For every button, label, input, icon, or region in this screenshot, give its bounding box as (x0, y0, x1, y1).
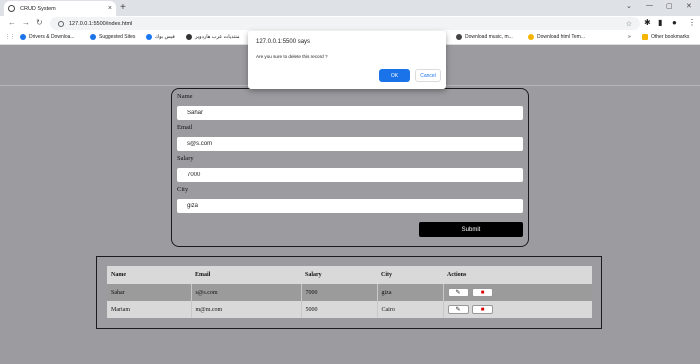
back-icon[interactable]: ← (8, 18, 16, 27)
edit-button[interactable]: ✎ (447, 288, 469, 297)
bookmark-suggested-sites[interactable]: Suggested Sites (90, 34, 135, 40)
dialog-origin: 127.0.0.1:5500 says (256, 39, 311, 45)
browser-toolbar: ← → ↻ 127.0.0.1:5500/index.html ☆ ✱ ▮ ● … (0, 16, 700, 31)
bookmark-star-icon[interactable]: ☆ (626, 20, 632, 28)
facebook-icon (146, 34, 152, 40)
bookmark-favicon (528, 34, 534, 40)
minimize-icon[interactable]: — (646, 2, 653, 9)
column-header-email: Email (191, 266, 301, 284)
table-row: Sahar s@s.com 7000 giza ✎ ■ (107, 284, 592, 301)
folder-icon (642, 34, 648, 40)
edit-icon: ✎ (455, 307, 461, 313)
name-label: Name (177, 93, 193, 100)
column-header-city: City (377, 266, 443, 284)
tab-strip: CRUD System × + ⌄ — ▢ ✕ (0, 0, 700, 16)
cell-email: s@s.com (190, 284, 301, 301)
page-content: Name Email Salary City Submit Name Email… (0, 45, 700, 364)
site-info-icon[interactable] (58, 20, 64, 27)
edit-button[interactable]: ✎ (447, 305, 469, 314)
city-label: City (177, 186, 189, 193)
reload-icon[interactable]: ↻ (36, 18, 43, 27)
bookmark-download-music[interactable]: Download music, m... (456, 34, 513, 40)
table-row: Mariam m@m.com 5000 Cairo ✎ ■ (107, 301, 592, 318)
dialog-message: Are you sure to delete this record ? (256, 54, 328, 59)
delete-button[interactable]: ■ (472, 288, 493, 297)
name-input[interactable] (177, 106, 523, 120)
url-text: 127.0.0.1:5500/index.html (69, 20, 133, 27)
chevron-down-icon[interactable]: ⌄ (626, 2, 632, 10)
ok-button[interactable]: OK (379, 69, 410, 82)
salary-label: Salary (177, 155, 194, 162)
bookmark-drivers[interactable]: Drivers & Downloa... (20, 34, 75, 40)
delete-button[interactable]: ■ (472, 305, 493, 314)
table-header-row: Name Email Salary City Actions (107, 266, 592, 284)
cell-city: giza (376, 284, 443, 301)
records-table: Name Email Salary City Actions Sahar s@s… (107, 266, 592, 318)
browser-tab[interactable]: CRUD System × (4, 1, 116, 16)
address-bar[interactable]: 127.0.0.1:5500/index.html ☆ (50, 17, 640, 30)
tab-title: CRUD System (20, 5, 56, 12)
trash-icon: ■ (480, 306, 485, 313)
column-header-name: Name (107, 266, 191, 284)
trash-icon: ■ (480, 289, 485, 296)
cancel-button[interactable]: Cancel (415, 69, 441, 82)
extensions-icon[interactable]: ✱ (644, 18, 651, 27)
new-tab-button[interactable]: + (120, 2, 126, 13)
cell-name: Mariam (107, 301, 191, 318)
close-window-icon[interactable]: ✕ (686, 2, 692, 10)
column-header-actions: Actions (443, 266, 592, 284)
column-header-salary: Salary (301, 266, 377, 284)
bookmark-favicon (186, 34, 192, 40)
email-input[interactable] (177, 137, 523, 151)
bookmark-arab-hardware[interactable]: منتديات عرب هاردوير (186, 34, 240, 40)
apps-icon[interactable]: ⋮⋮ (5, 34, 15, 40)
cell-actions: ✎ ■ (442, 284, 592, 301)
salary-input[interactable] (177, 168, 523, 182)
cell-salary: 5000 (300, 301, 377, 318)
restore-icon[interactable]: ▢ (666, 2, 673, 10)
city-input[interactable] (177, 199, 523, 213)
bookmark-download-html[interactable]: Download html Tem... (528, 34, 585, 40)
record-form: Name Email Salary City Submit (171, 88, 529, 247)
confirm-dialog: 127.0.0.1:5500 says Are you sure to dele… (248, 31, 446, 89)
other-bookmarks[interactable]: Other bookmarks (642, 34, 689, 40)
side-panel-icon[interactable]: ▮ (658, 18, 662, 27)
chevron-right-icon[interactable]: » (628, 34, 631, 40)
globe-icon (8, 5, 15, 12)
bookmark-favicon (456, 34, 462, 40)
cell-city: Cairo (376, 301, 443, 318)
menu-icon[interactable]: ⋮ (688, 18, 696, 27)
cell-email: m@m.com (190, 301, 301, 318)
bookmark-favicon (90, 34, 96, 40)
profile-icon[interactable]: ● (672, 18, 677, 27)
bookmark-facebook[interactable]: فيس بوك (146, 34, 175, 40)
close-tab-icon[interactable]: × (108, 5, 112, 12)
submit-button[interactable]: Submit (419, 222, 523, 237)
cell-actions: ✎ ■ (442, 301, 592, 318)
email-label: Email (177, 124, 193, 131)
forward-icon[interactable]: → (22, 18, 30, 27)
cell-salary: 7000 (300, 284, 377, 301)
bookmark-favicon (20, 34, 26, 40)
cell-name: Sahar (107, 284, 191, 301)
records-table-card: Name Email Salary City Actions Sahar s@s… (96, 256, 602, 329)
edit-icon: ✎ (455, 290, 461, 296)
